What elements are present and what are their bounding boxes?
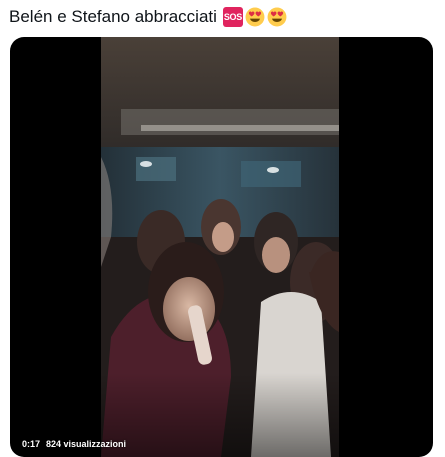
heart-eyes-emoji-icon [245,7,265,27]
video-elapsed-time: 0:17 [22,439,41,449]
sos-emoji-icon: SOS [222,7,243,27]
video-player[interactable]: 0:17 824 visualizzazioni [10,37,433,457]
tweet-text-content: Belén e Stefano abbracciati [9,7,217,26]
tweet-text: Belén e Stefano abbracciati SOS [9,5,439,29]
video-still-image [101,37,339,457]
video-frame[interactable] [101,37,339,457]
video-overlay: 0:17 824 visualizzazioni [22,438,126,450]
video-view-count: 824 visualizzazioni [46,439,127,449]
heart-eyes-emoji-icon [267,7,287,27]
